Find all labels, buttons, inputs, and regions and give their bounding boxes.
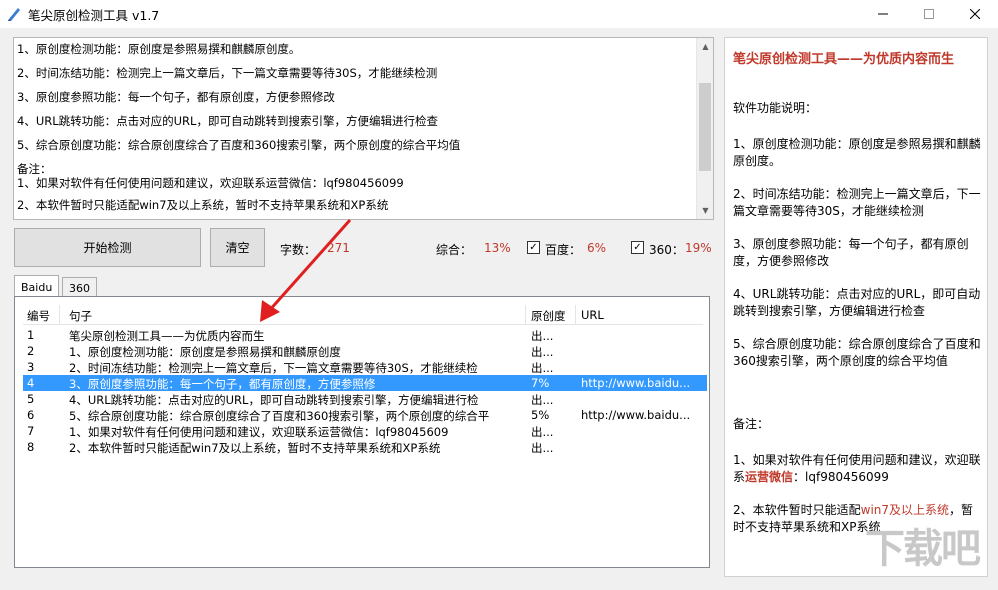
- info-panel: 笔尖原创检测工具——为优质内容而生 软件功能说明： 1、原创度检测功能：原创度是…: [724, 37, 988, 577]
- panel-note-1: 1、如果对软件有任何使用问题和建议，欢迎联系运营微信：lqf980456099: [733, 452, 981, 486]
- panel-item: 4、URL跳转功能：点击对应的URL，即可自动跳转到搜索引擎，方便编辑进行检查: [733, 287, 981, 318]
- note-text: ：lqf980456099: [793, 470, 889, 484]
- panel-item: 1、原创度检测功能：原创度是参照易撰和麒麟原创度。: [733, 137, 981, 168]
- panel-item: 5、综合原创度功能：综合原创度综合了百度和360搜索引擎，两个原创度的综合平均值: [733, 337, 981, 368]
- note-highlight: win7及以上系统: [860, 503, 950, 517]
- panel-note-title: 备注：: [733, 417, 770, 431]
- watermark-logo: 下载吧: [865, 526, 981, 572]
- note-highlight: 运营微信: [745, 470, 794, 484]
- panel-item: 2、时间冻结功能：检测完上一篇文章后，下一篇文章需要等待30S，才能继续检测: [733, 187, 981, 218]
- note-text: 2、本软件暂时只能适配: [733, 503, 861, 517]
- panel-desc-title: 软件功能说明：: [733, 101, 818, 115]
- panel-heading: 笔尖原创检测工具——为优质内容而生: [733, 52, 955, 67]
- panel-item: 3、原创度参照功能：每一个句子，都有原创度，方便参照修改: [733, 237, 969, 268]
